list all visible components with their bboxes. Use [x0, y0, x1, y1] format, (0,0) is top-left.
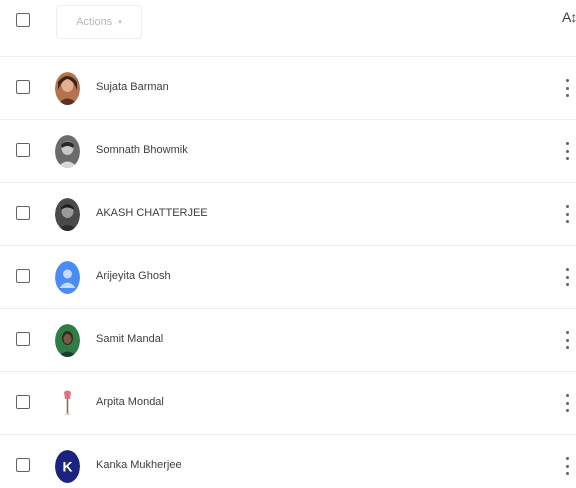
list-item[interactable]: K Kanka Mukherjee: [0, 434, 576, 488]
user-name: Kanka Mukherjee: [96, 459, 182, 471]
user-name: Samit Mandal: [96, 333, 164, 345]
avatar: K: [55, 450, 80, 483]
more-vert-icon[interactable]: [565, 205, 569, 223]
user-name: Arpita Mondal: [96, 396, 164, 408]
list-item[interactable]: Somnath Bhowmik: [0, 119, 576, 182]
user-name: Sujata Barman: [96, 81, 169, 93]
initial-avatar-icon: K: [55, 450, 80, 483]
avatar: [55, 261, 80, 294]
row-checkbox[interactable]: [16, 80, 30, 94]
avatar: [55, 135, 80, 168]
row-checkbox[interactable]: [16, 332, 30, 346]
default-user-avatar-icon: [55, 261, 80, 294]
user-name: Somnath Bhowmik: [96, 144, 188, 156]
more-vert-icon[interactable]: [565, 268, 569, 286]
photo-avatar-icon: [55, 198, 80, 231]
avatar-initial: K: [62, 459, 72, 475]
more-vert-icon[interactable]: [565, 331, 569, 349]
photo-avatar-icon: [55, 135, 80, 168]
avatar: [55, 72, 80, 105]
avatar: [55, 198, 80, 231]
row-checkbox[interactable]: [16, 269, 30, 283]
list-item[interactable]: Sujata Barman: [0, 56, 576, 119]
list-item[interactable]: Arijeyita Ghosh: [0, 245, 576, 308]
list-item[interactable]: AKASH CHATTERJEE: [0, 182, 576, 245]
sort-az-icon[interactable]: A↕: [562, 9, 576, 25]
list-toolbar: Actions ▾ A↕: [0, 0, 576, 44]
user-name: AKASH CHATTERJEE: [96, 207, 208, 219]
chevron-down-icon: ▾: [118, 19, 122, 26]
actions-dropdown[interactable]: Actions ▾: [56, 5, 142, 39]
row-checkbox[interactable]: [16, 458, 30, 472]
actions-label: Actions: [76, 16, 113, 28]
user-name: Arijeyita Ghosh: [96, 270, 171, 282]
more-vert-icon[interactable]: [565, 79, 569, 97]
user-list-page: Actions ▾ A↕ Sujata Barman Somnath Bhowm…: [0, 0, 576, 488]
row-checkbox[interactable]: [16, 206, 30, 220]
select-all-checkbox[interactable]: [16, 13, 30, 27]
photo-avatar-icon: [55, 324, 80, 357]
row-checkbox[interactable]: [16, 143, 30, 157]
row-checkbox[interactable]: [16, 395, 30, 409]
photo-avatar-icon: [55, 387, 80, 420]
list-item[interactable]: Samit Mandal: [0, 308, 576, 371]
avatar: [55, 387, 80, 420]
more-vert-icon[interactable]: [565, 142, 569, 160]
more-vert-icon[interactable]: [565, 394, 569, 412]
avatar: [55, 324, 80, 357]
more-vert-icon[interactable]: [565, 457, 569, 475]
photo-avatar-icon: [55, 72, 80, 105]
list-item[interactable]: Arpita Mondal: [0, 371, 576, 434]
